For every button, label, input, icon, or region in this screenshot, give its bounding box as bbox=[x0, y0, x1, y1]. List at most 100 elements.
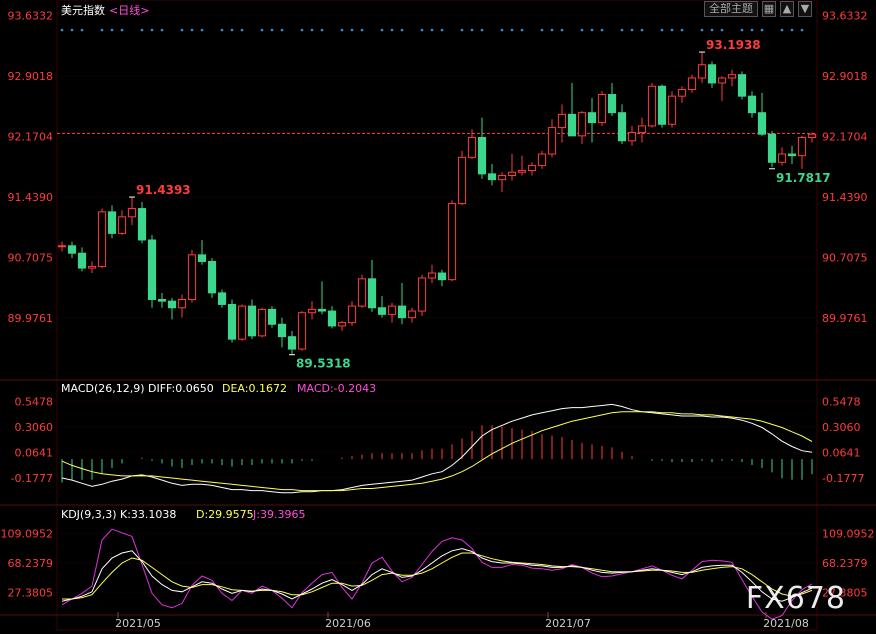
candle-down bbox=[747, 95, 757, 114]
event-marker-dot bbox=[510, 28, 514, 32]
macd-tick-label-right: -0.1777 bbox=[822, 472, 864, 485]
candle-up bbox=[337, 322, 347, 327]
event-marker-dot bbox=[500, 28, 504, 32]
macd-diff-value: DIFF:0.0650 bbox=[148, 382, 214, 395]
kdj-k-value: K:33.1038 bbox=[120, 508, 177, 521]
candle-down bbox=[587, 112, 597, 124]
event-marker-dot bbox=[680, 28, 684, 32]
event-marker-dot bbox=[560, 28, 564, 32]
candle-up bbox=[507, 171, 517, 177]
candle-up bbox=[57, 245, 67, 248]
macd-diff-line bbox=[61, 403, 813, 494]
candle-down bbox=[327, 310, 337, 327]
event-marker-dot bbox=[160, 28, 164, 32]
event-marker-dot bbox=[670, 28, 674, 32]
event-marker-dot bbox=[180, 28, 184, 32]
price-tick-label-left: 92.1704 bbox=[8, 131, 54, 144]
candle-up bbox=[577, 112, 587, 137]
candle-down bbox=[787, 153, 797, 157]
event-marker-dot bbox=[80, 28, 84, 32]
candle-up bbox=[237, 305, 247, 340]
event-marker-dot bbox=[280, 28, 284, 32]
event-marker-dot bbox=[470, 28, 474, 32]
candle-up bbox=[637, 125, 647, 134]
kdj-tick-label-right: 109.0952 bbox=[822, 527, 875, 540]
candle-up bbox=[797, 136, 807, 157]
event-marker-dot bbox=[630, 28, 634, 32]
candle-down bbox=[607, 94, 617, 114]
expand-icon[interactable]: ▦ bbox=[762, 1, 776, 17]
macd-tick-label-right: 0.3060 bbox=[822, 421, 861, 434]
candle-up bbox=[117, 216, 127, 234]
candle-up bbox=[717, 77, 727, 84]
time-tick-label: 2021/05 bbox=[115, 617, 161, 630]
candle-up bbox=[697, 64, 707, 79]
candle-up bbox=[187, 254, 197, 300]
event-marker-dot bbox=[300, 28, 304, 32]
event-marker-dot bbox=[460, 28, 464, 32]
move-up-icon[interactable]: ▲ bbox=[780, 1, 794, 17]
theme-selector-button[interactable]: 全部主题 bbox=[704, 1, 758, 17]
event-marker-dot bbox=[790, 28, 794, 32]
candle-up bbox=[87, 265, 97, 269]
event-marker-dot bbox=[120, 28, 124, 32]
event-marker-dot bbox=[750, 28, 754, 32]
event-marker-dot bbox=[70, 28, 74, 32]
event-marker-dot bbox=[390, 28, 394, 32]
candle-down bbox=[567, 113, 577, 137]
kdj-tick-label-left: 109.0952 bbox=[1, 527, 54, 540]
kdj-j-value: J:39.3965 bbox=[253, 508, 306, 521]
candle-up bbox=[547, 127, 557, 155]
price-tick-label-left: 91.4390 bbox=[8, 191, 54, 204]
price-tick-label-right: 90.7075 bbox=[822, 252, 868, 265]
event-marker-dot bbox=[360, 28, 364, 32]
candle-down bbox=[147, 239, 157, 300]
macd-tick-label-left: -0.1777 bbox=[11, 472, 53, 485]
price-tick-label-right: 89.9761 bbox=[822, 312, 868, 325]
candle-down bbox=[437, 272, 447, 281]
event-marker-dot bbox=[440, 28, 444, 32]
event-marker-dot bbox=[780, 28, 784, 32]
candle-up bbox=[427, 272, 437, 279]
event-marker-dot bbox=[640, 28, 644, 32]
macd-tick-label-right: 0.5478 bbox=[822, 395, 861, 408]
candle-down bbox=[197, 254, 207, 262]
instrument-title: 美元指数 bbox=[61, 4, 105, 17]
event-marker-dot bbox=[520, 28, 524, 32]
candle-up bbox=[677, 89, 687, 97]
candle-down bbox=[377, 307, 387, 315]
event-marker-dot bbox=[310, 28, 314, 32]
candle-down bbox=[707, 64, 717, 84]
macd-macd-value: MACD:-0.2043 bbox=[297, 382, 377, 395]
price-tick-label-right: 92.1704 bbox=[822, 131, 868, 144]
period-label[interactable]: <日线> bbox=[109, 2, 149, 18]
candle-up bbox=[557, 113, 567, 129]
candle-down bbox=[217, 292, 227, 305]
event-marker-dot bbox=[600, 28, 604, 32]
candle-up bbox=[127, 208, 137, 218]
candle-down bbox=[247, 305, 257, 337]
candle-up bbox=[457, 156, 467, 205]
time-tick-label: 2021/06 bbox=[325, 617, 371, 630]
candle-down bbox=[107, 211, 117, 234]
macd-tick-label-right: 0.0641 bbox=[822, 446, 861, 459]
candle-down bbox=[137, 208, 147, 241]
candle-down bbox=[617, 112, 627, 142]
candle-down bbox=[227, 303, 237, 340]
kdj-j-line bbox=[61, 528, 813, 620]
event-marker-dot bbox=[760, 28, 764, 32]
candle-down bbox=[657, 85, 667, 125]
candle-down bbox=[767, 133, 777, 163]
candle-up bbox=[297, 312, 307, 350]
candle-up bbox=[357, 278, 367, 307]
move-down-icon[interactable]: ▼ bbox=[798, 1, 812, 17]
price-tick-label-right: 92.9018 bbox=[822, 70, 868, 83]
event-marker-dot bbox=[580, 28, 584, 32]
event-marker-dot bbox=[270, 28, 274, 32]
kdj-tick-label-left: 68.2379 bbox=[8, 557, 54, 570]
event-marker-dot bbox=[140, 28, 144, 32]
candle-up bbox=[687, 77, 697, 91]
price-tick-label-right: 93.6332 bbox=[822, 10, 868, 23]
chart-toolbar: 全部主题 ▦ ▲ ▼ bbox=[704, 1, 812, 17]
candle-up bbox=[517, 170, 527, 173]
